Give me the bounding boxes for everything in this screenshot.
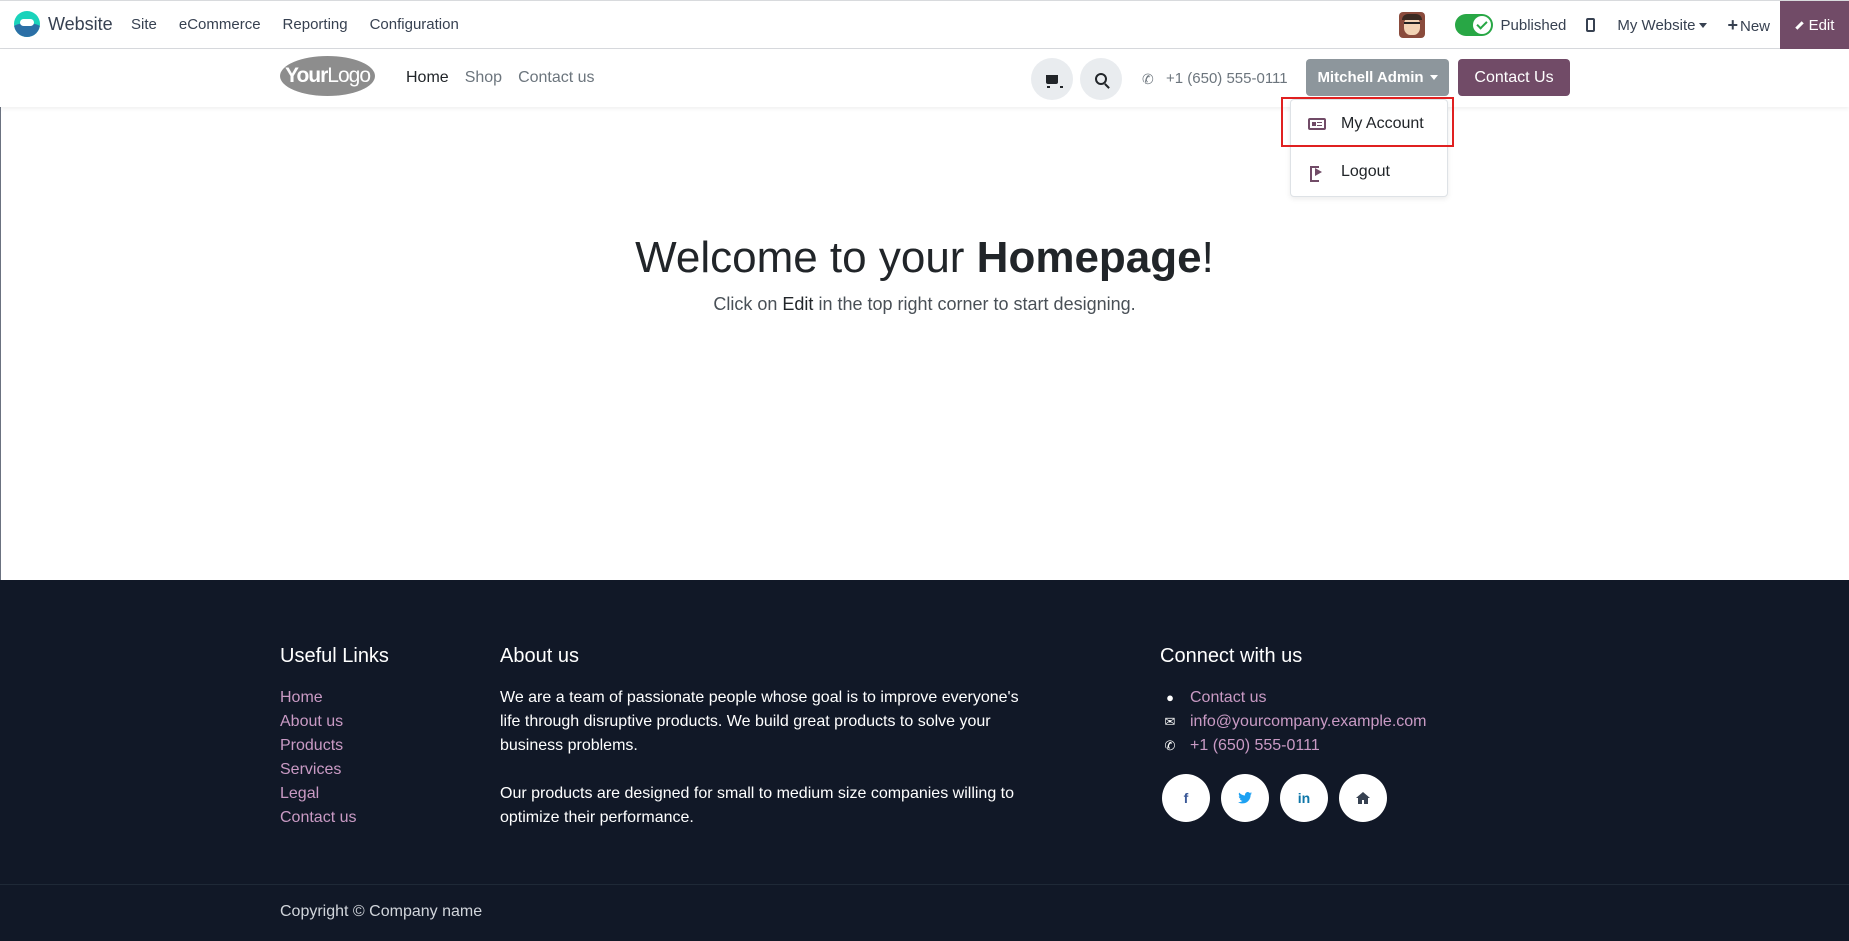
logo-bold-text: Your [285, 64, 328, 87]
comment-icon: ● [1166, 690, 1174, 705]
useful-links-list: Home About us Products Services Legal Co… [280, 686, 356, 830]
menu-item-label: My Account [1341, 115, 1424, 132]
user-dropdown-menu: My Account Logout [1290, 99, 1448, 197]
footer-link-contact-us[interactable]: Contact us [280, 806, 356, 830]
user-name: Mitchell Admin [1317, 69, 1424, 86]
linkedin-icon[interactable]: in [1280, 774, 1328, 822]
caret-down-icon [1429, 75, 1438, 80]
connect-title: Connect with us [1160, 645, 1303, 667]
caret-down-icon [1699, 23, 1708, 29]
footer-link-services[interactable]: Services [280, 758, 356, 782]
cart-icon [1046, 74, 1063, 88]
phone-icon: ✆ [1142, 71, 1154, 87]
hero-title-prefix: Welcome to your [635, 233, 977, 282]
hero-title: Welcome to your Homepage! [0, 233, 1849, 283]
site-nav: Home Shop Contact us [406, 69, 595, 87]
connect-list: ● Contact us ✉ info@yourcompany.example.co… [1162, 686, 1427, 758]
published-toggle[interactable] [1454, 14, 1493, 36]
footer-link-home[interactable]: Home [280, 686, 356, 710]
home-icon[interactable] [1339, 774, 1387, 822]
connect-phone-link[interactable]: +1 (650) 555-0111 [1190, 734, 1320, 758]
hero-sub-suffix: in the top right corner to start designi… [813, 294, 1136, 314]
site-logo[interactable]: Your Logo [280, 56, 375, 96]
admin-right-tools: Published My Website + New Edit [1398, 1, 1849, 49]
hero-title-bold: Homepage [976, 233, 1202, 282]
app-name: Website [48, 13, 113, 34]
connect-email-link[interactable]: info@yourcompany.example.com [1190, 710, 1427, 734]
app-brand[interactable]: Website [14, 11, 113, 37]
copyright-bar: Copyright © Company name [0, 884, 1849, 941]
copyright-text: Copyright © Company name [280, 903, 483, 920]
footer-link-legal[interactable]: Legal [280, 782, 356, 806]
header-phone[interactable]: +1 (650) 555-0111 [1166, 70, 1288, 87]
website-selector[interactable]: My Website [1617, 16, 1708, 34]
twitter-icon[interactable] [1221, 774, 1269, 822]
site-footer: Useful Links Home About us Products Serv… [0, 580, 1849, 884]
footer-link-about-us[interactable]: About us [280, 710, 356, 734]
hero-title-suffix: ! [1201, 233, 1214, 282]
nav-home[interactable]: Home [406, 69, 449, 87]
user-menu-button[interactable]: Mitchell Admin [1306, 59, 1449, 96]
admin-menu: Site eCommerce Reporting Configuration [131, 16, 459, 33]
search-button[interactable] [1080, 58, 1122, 100]
check-icon [1472, 16, 1491, 34]
mobile-preview-icon[interactable] [1586, 18, 1596, 32]
id-card-icon [1308, 118, 1326, 130]
nav-shop[interactable]: Shop [465, 69, 502, 87]
envelope-icon: ✉ [1164, 714, 1176, 729]
plus-icon: + [1727, 14, 1738, 35]
about-paragraph-1: We are a team of passionate people whose… [500, 689, 1019, 754]
website-selector-label: My Website [1617, 16, 1696, 34]
sign-out-icon [1310, 166, 1324, 182]
cart-button[interactable] [1031, 58, 1073, 100]
menu-item-label: Logout [1341, 163, 1390, 180]
connect-contact-link[interactable]: Contact us [1190, 686, 1266, 710]
phone-icon: ✆ [1164, 738, 1176, 753]
logo-light-text: Logo [327, 64, 371, 87]
admin-menu-site[interactable]: Site [131, 16, 157, 33]
facebook-icon[interactable]: f [1162, 774, 1210, 822]
hero-sub-bold: Edit [782, 294, 814, 314]
hero-subtitle: Click on Edit in the top right corner to… [0, 294, 1849, 315]
nav-contact-us[interactable]: Contact us [518, 69, 594, 87]
user-avatar[interactable] [1398, 12, 1425, 38]
admin-navbar: Website Site eCommerce Reporting Configu… [0, 0, 1849, 49]
footer-link-products[interactable]: Products [280, 734, 356, 758]
contact-us-button[interactable]: Contact Us [1458, 59, 1570, 96]
new-button[interactable]: + New [1727, 15, 1770, 36]
useful-links-title: Useful Links [280, 645, 389, 667]
search-icon [1095, 73, 1107, 85]
pencil-icon [1794, 20, 1804, 30]
new-button-label: New [1739, 17, 1770, 35]
about-text: We are a team of passionate people whose… [500, 686, 1030, 830]
about-title: About us [500, 645, 579, 667]
hero-sub-prefix: Click on [713, 294, 783, 314]
edit-button-label: Edit [1808, 16, 1835, 34]
published-label[interactable]: Published [1501, 17, 1567, 34]
edit-button[interactable]: Edit [1780, 1, 1849, 49]
social-links: f in [1162, 774, 1387, 822]
site-header: Your Logo Home Shop Contact us ✆ +1 (650)… [0, 49, 1849, 107]
about-paragraph-2: Our products are designed for small to m… [500, 785, 1015, 826]
admin-menu-ecommerce[interactable]: eCommerce [179, 16, 261, 33]
admin-menu-configuration[interactable]: Configuration [370, 16, 459, 33]
odoo-website-logo-icon [14, 11, 40, 37]
menu-item-logout[interactable]: Logout [1291, 152, 1447, 192]
menu-item-my-account[interactable]: My Account [1291, 104, 1447, 144]
admin-menu-reporting[interactable]: Reporting [283, 16, 348, 33]
